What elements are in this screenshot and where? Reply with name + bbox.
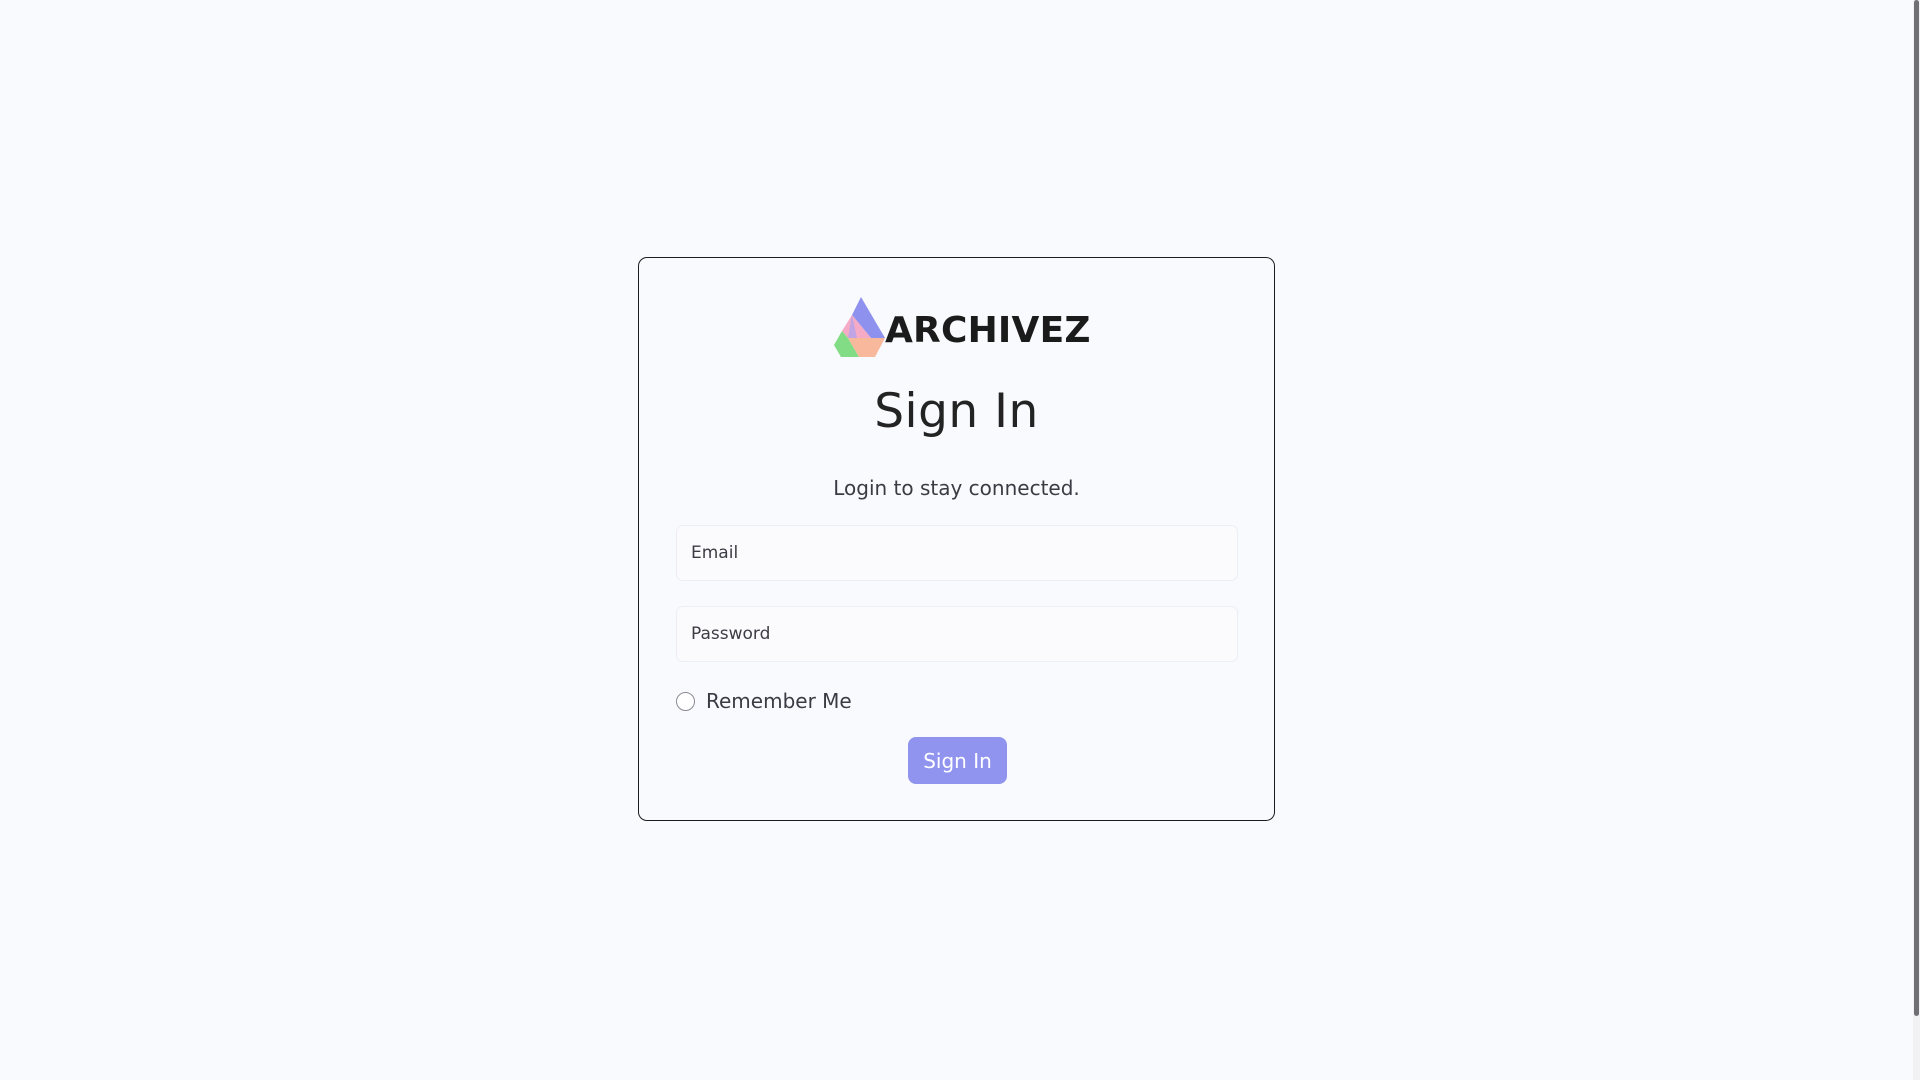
email-field[interactable] bbox=[676, 525, 1238, 581]
remember-me-label: Remember Me bbox=[706, 689, 852, 713]
brand-logo: ARCHIVEZ bbox=[831, 293, 1091, 359]
archivez-logo-icon bbox=[834, 297, 885, 357]
page-title: Sign In bbox=[874, 384, 1039, 439]
login-card: ARCHIVEZ Sign In Login to stay connected… bbox=[638, 257, 1275, 821]
scrollbar-track[interactable] bbox=[1913, 0, 1920, 1080]
password-field[interactable] bbox=[676, 606, 1238, 662]
login-page: ARCHIVEZ Sign In Login to stay connected… bbox=[0, 0, 1920, 1080]
scrollbar-thumb[interactable] bbox=[1914, 0, 1919, 1016]
remember-me-radio[interactable] bbox=[676, 691, 695, 711]
brand-name: ARCHIVEZ bbox=[885, 309, 1091, 351]
page-subtitle: Login to stay connected. bbox=[833, 476, 1080, 500]
remember-me-option[interactable]: Remember Me bbox=[676, 689, 852, 713]
sign-in-button[interactable]: Sign In bbox=[908, 737, 1007, 784]
